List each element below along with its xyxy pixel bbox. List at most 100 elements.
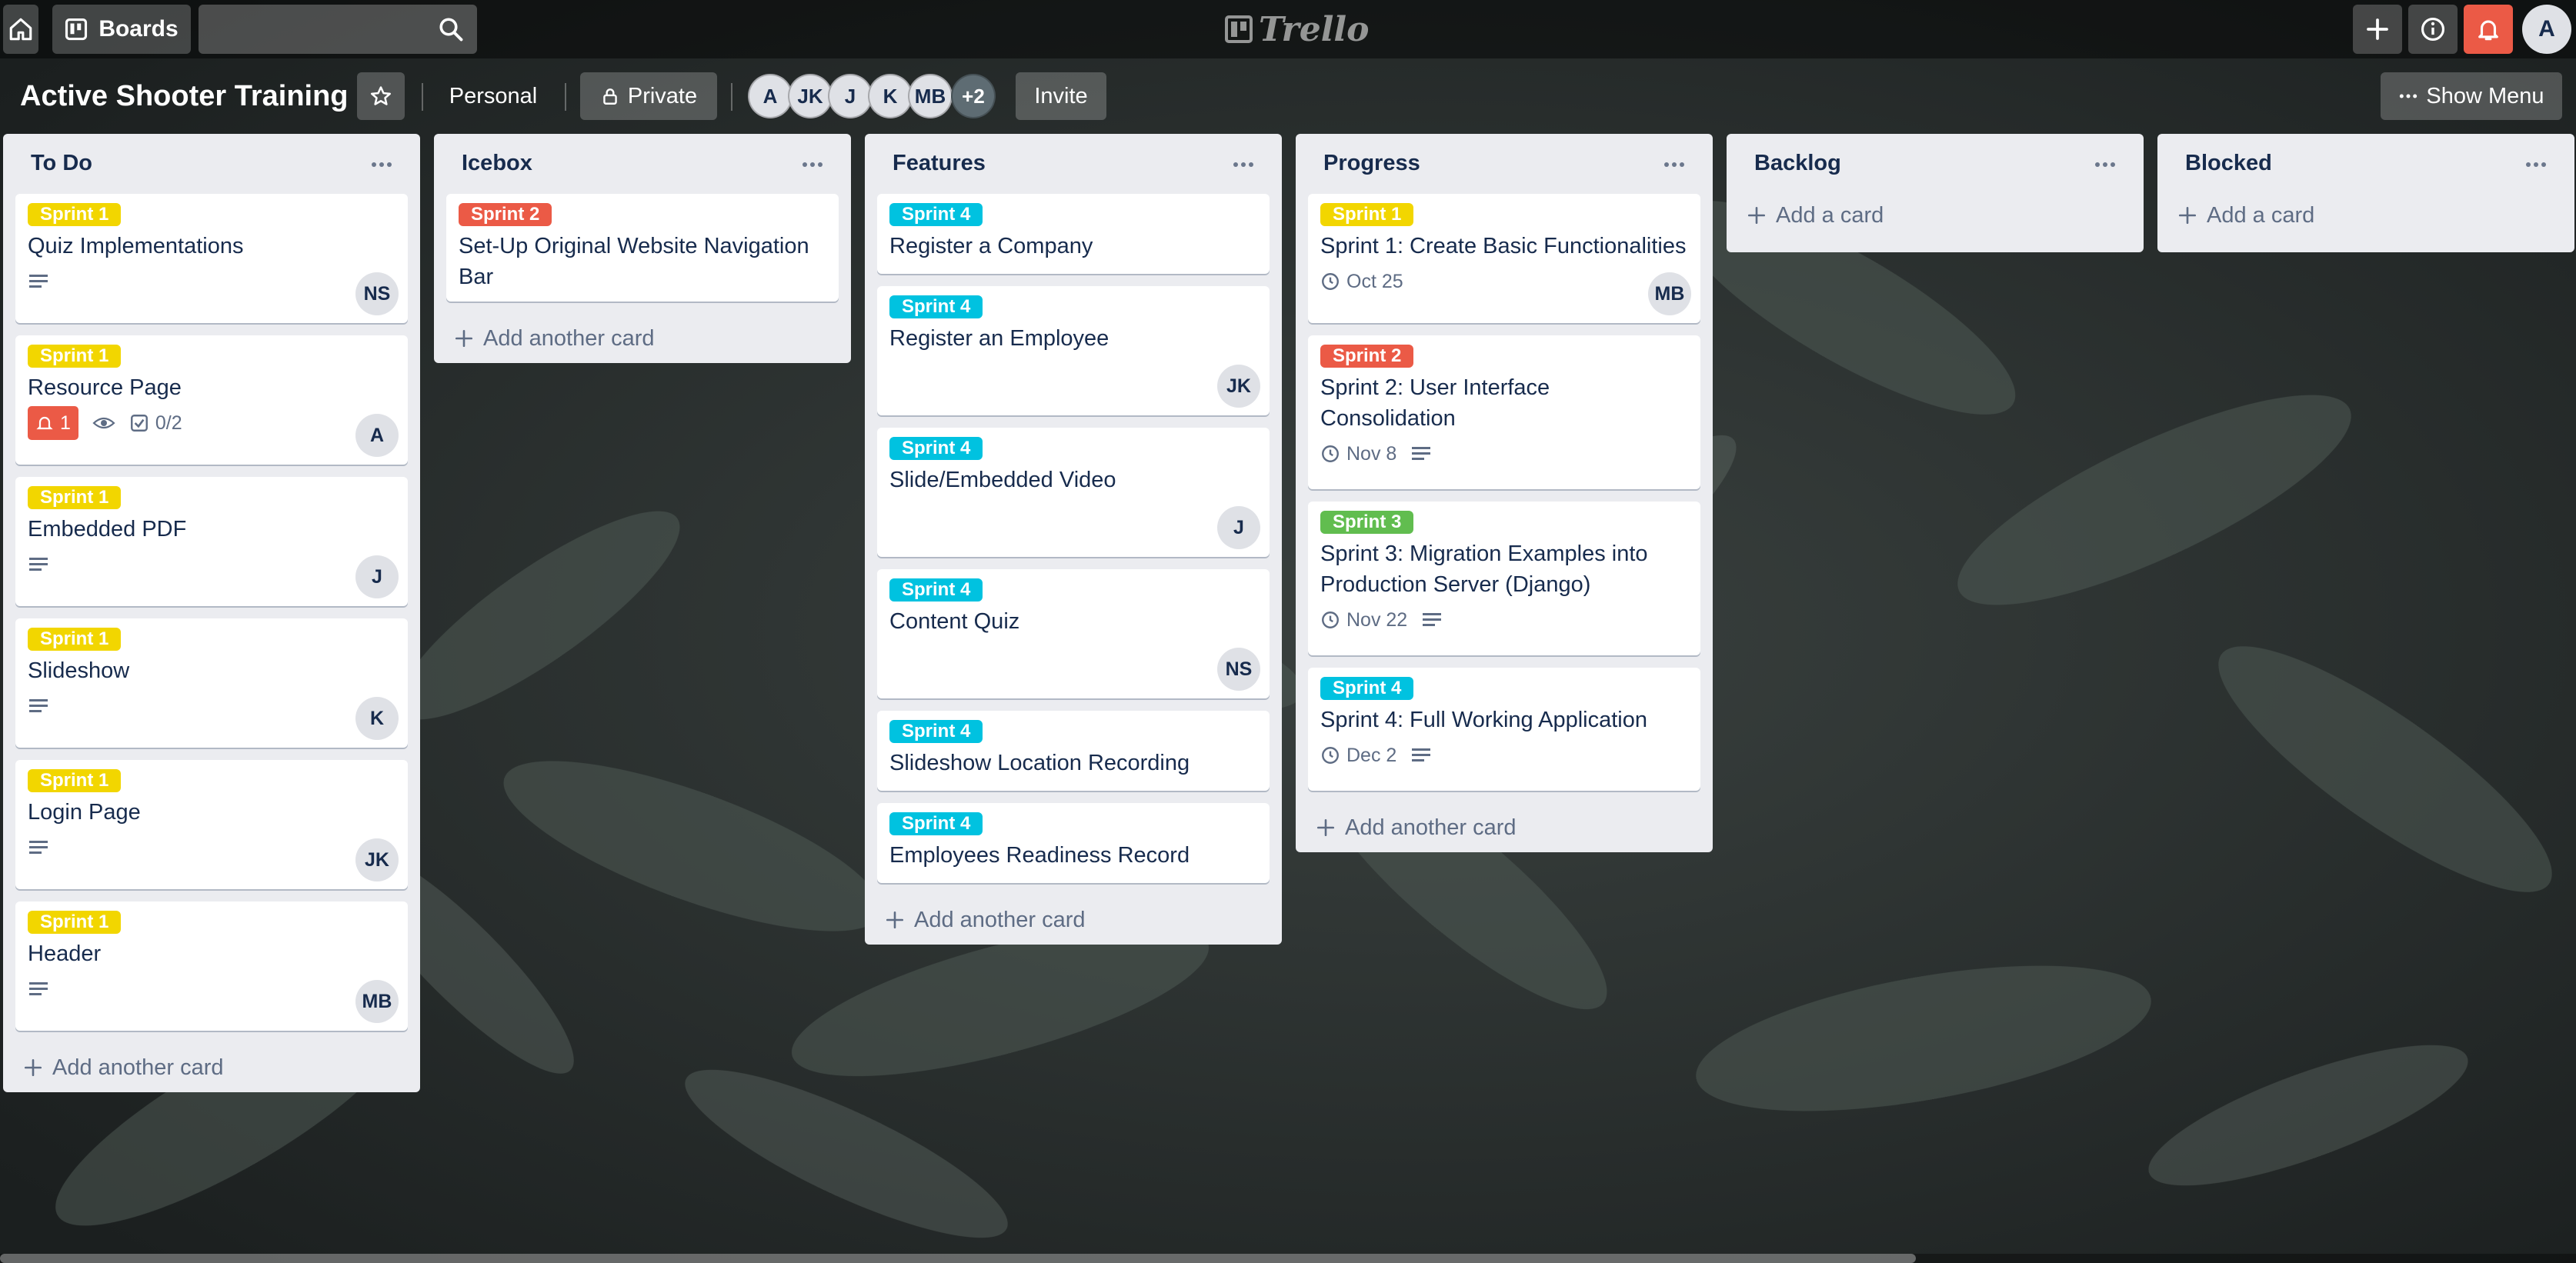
add-card-button[interactable]: Add another card (877, 895, 1270, 945)
card-label[interactable]: Sprint 1 (1320, 203, 1414, 226)
board-member-avatar[interactable]: K (868, 74, 913, 118)
card[interactable]: Sprint 2 Sprint 2: User Interface Consol… (1308, 335, 1700, 489)
card-title: Employees Readiness Record (889, 843, 1190, 868)
card-member-avatar[interactable]: J (1217, 506, 1260, 549)
scrollbar-thumb[interactable] (0, 1254, 1916, 1263)
add-card-button[interactable]: Add a card (1739, 194, 2131, 237)
list-title[interactable]: Backlog (1754, 151, 1841, 176)
user-avatar[interactable]: A (2522, 5, 2571, 54)
card-member-avatar[interactable]: NS (1217, 648, 1260, 691)
card-label[interactable]: Sprint 3 (1320, 511, 1414, 534)
card[interactable]: Sprint 4 Slideshow Location Recording (877, 711, 1270, 791)
card-label[interactable]: Sprint 1 (28, 486, 122, 509)
board-header: Active Shooter Training Personal Private… (0, 69, 2576, 123)
list-title[interactable]: To Do (31, 151, 92, 176)
card-label[interactable]: Sprint 1 (28, 203, 122, 226)
notification-count: 1 (60, 412, 71, 434)
list-menu-button[interactable] (2090, 151, 2121, 178)
list-menu-button[interactable] (1659, 151, 1690, 178)
home-icon (9, 18, 32, 41)
list-menu-button[interactable] (2521, 151, 2551, 178)
card-badges: Nov 22 (1320, 600, 1688, 640)
home-button[interactable] (3, 5, 38, 54)
card-label[interactable]: Sprint 1 (28, 628, 122, 651)
card[interactable]: Sprint 4 Slide/Embedded Video J (877, 428, 1270, 557)
team-visibility-label: Personal (449, 83, 538, 108)
list-menu-button[interactable] (797, 151, 828, 178)
create-button[interactable] (2353, 5, 2402, 54)
card-member-avatar[interactable]: A (355, 414, 399, 457)
card-member-avatar[interactable]: K (355, 697, 399, 740)
card-label[interactable]: Sprint 1 (28, 769, 122, 792)
card-label[interactable]: Sprint 4 (889, 295, 983, 318)
card[interactable]: Sprint 4 Sprint 4: Full Working Applicat… (1308, 668, 1700, 791)
card-member-avatar[interactable]: MB (1648, 272, 1691, 315)
card-label[interactable]: Sprint 1 (28, 911, 122, 934)
card[interactable]: Sprint 1 Login Page JK (15, 760, 408, 889)
boards-icon (65, 18, 88, 41)
card[interactable]: Sprint 4 Register a Company (877, 194, 1270, 274)
notification-badge: 1 (28, 406, 78, 440)
card-member-avatar[interactable]: JK (355, 838, 399, 881)
card-label[interactable]: Sprint 2 (459, 203, 552, 226)
card[interactable]: Sprint 3 Sprint 3: Migration Examples in… (1308, 502, 1700, 655)
add-card-button[interactable]: Add another card (15, 1043, 408, 1092)
team-visibility-button[interactable]: Personal (435, 72, 551, 120)
plus-icon (455, 329, 473, 348)
list-title[interactable]: Icebox (462, 151, 532, 176)
card-badges (28, 545, 395, 585)
card[interactable]: Sprint 4 Content Quiz NS (877, 569, 1270, 698)
card-label[interactable]: Sprint 2 (1320, 345, 1414, 368)
notifications-button[interactable] (2464, 5, 2513, 54)
card[interactable]: Sprint 1 Header MB (15, 901, 408, 1031)
card[interactable]: Sprint 4 Employees Readiness Record (877, 803, 1270, 883)
due-date: Nov 8 (1346, 442, 1397, 465)
card-label[interactable]: Sprint 4 (1320, 677, 1414, 700)
card-badges (28, 969, 395, 1009)
horizontal-scrollbar[interactable] (0, 1254, 2576, 1263)
search-input[interactable] (199, 5, 477, 54)
clock-icon (1322, 747, 1339, 764)
card-label[interactable]: Sprint 1 (28, 345, 122, 368)
add-card-button[interactable]: Add another card (1308, 803, 1700, 852)
board-member-avatar[interactable]: A (748, 74, 792, 118)
show-menu-button[interactable]: Show Menu (2381, 72, 2562, 120)
more-members-button[interactable]: +2 (951, 74, 996, 118)
card[interactable]: Sprint 2 Set-Up Original Website Navigat… (446, 194, 839, 302)
list-title[interactable]: Features (893, 151, 986, 176)
card-member-avatar[interactable]: MB (355, 980, 399, 1023)
card[interactable]: Sprint 1 Resource Page 1 0/2 A (15, 335, 408, 465)
card-label[interactable]: Sprint 4 (889, 437, 983, 460)
list-title[interactable]: Progress (1323, 151, 1420, 176)
card[interactable]: Sprint 1 Sprint 1: Create Basic Function… (1308, 194, 1700, 323)
card-member-avatar[interactable]: J (355, 555, 399, 598)
plus-icon (1747, 206, 1766, 225)
add-card-button[interactable]: Add a card (2170, 194, 2562, 237)
list-blocked: Blocked Add a card (2157, 134, 2574, 252)
card-member-avatar[interactable]: NS (355, 272, 399, 315)
card-label[interactable]: Sprint 4 (889, 720, 983, 743)
card-label[interactable]: Sprint 4 (889, 812, 983, 835)
card-label[interactable]: Sprint 4 (889, 203, 983, 226)
list-menu-button[interactable] (1228, 151, 1259, 178)
add-card-button[interactable]: Add another card (446, 314, 839, 363)
star-board-button[interactable] (357, 72, 405, 120)
invite-button[interactable]: Invite (1016, 72, 1106, 120)
card-member-avatar[interactable]: JK (1217, 365, 1260, 408)
card-label[interactable]: Sprint 4 (889, 578, 983, 602)
boards-button[interactable]: Boards (52, 5, 191, 54)
boards-label: Boards (98, 16, 179, 42)
card[interactable]: Sprint 1 Slideshow K (15, 618, 408, 748)
card[interactable]: Sprint 4 Register an Employee JK (877, 286, 1270, 415)
board-member-avatar[interactable]: MB (908, 74, 953, 118)
privacy-button[interactable]: Private (580, 72, 717, 120)
board-title[interactable]: Active Shooter Training (20, 75, 349, 117)
board-member-avatar[interactable]: J (828, 74, 873, 118)
list-title[interactable]: Blocked (2185, 151, 2272, 176)
card[interactable]: Sprint 1 Embedded PDF J (15, 477, 408, 606)
info-button[interactable] (2408, 5, 2458, 54)
trello-logo[interactable]: Trello (1225, 9, 1370, 49)
board-member-avatar[interactable]: JK (788, 74, 833, 118)
list-menu-button[interactable] (366, 151, 397, 178)
card[interactable]: Sprint 1 Quiz Implementations NS (15, 194, 408, 323)
